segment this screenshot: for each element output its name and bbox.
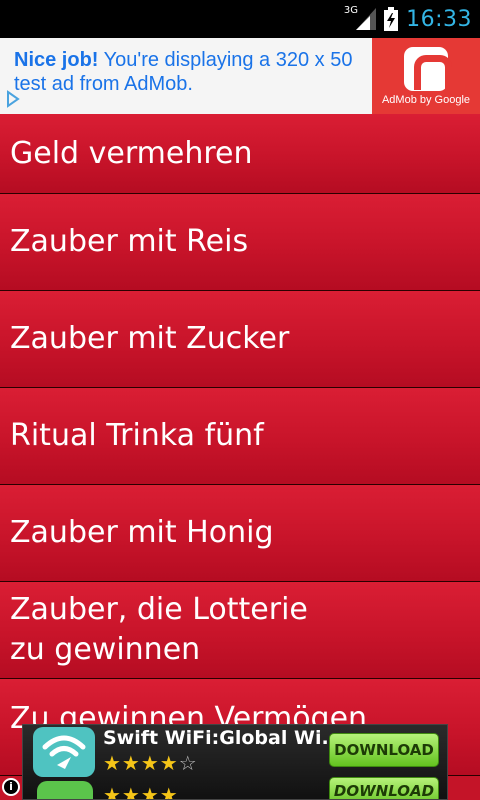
list-item-label: Ritual Trinka fünf <box>10 418 264 453</box>
admob-caption: AdMob by Google <box>381 94 471 106</box>
list-item[interactable]: Ritual Trinka fünf <box>0 388 480 485</box>
ad-headline: Nice job! <box>14 49 99 71</box>
rating-stars: ★★★★☆ <box>103 751 198 775</box>
bottom-ad-banner[interactable]: i Swift WiFi:Global Wi... ★★★★☆ ★★★★ DOW… <box>0 724 480 800</box>
list-item-label: Zauber mit Zucker <box>10 321 290 356</box>
rating-full: ★★★★ <box>103 751 179 775</box>
ad-app-title: Swift WiFi:Global Wi... <box>103 727 344 749</box>
list-item-label: Zauber mit Reis <box>10 224 249 259</box>
clock: 16:33 <box>406 6 472 32</box>
status-bar: 3G 16:33 <box>0 0 480 38</box>
rating-stars-secondary: ★★★★ <box>103 783 179 800</box>
wifi-app-icon <box>33 727 95 777</box>
battery-charging-icon <box>384 7 399 31</box>
info-icon[interactable]: i <box>2 778 20 796</box>
ad-text[interactable]: Nice job! You're displaying a 320 x 50 t… <box>14 48 366 96</box>
list-item[interactable]: Zauber mit Zucker <box>0 291 480 388</box>
adchoices-icon[interactable] <box>4 90 22 108</box>
app-icon-secondary <box>37 781 93 799</box>
list-item-label: Zauber, die Lotterie zu gewinnen <box>10 592 308 667</box>
list-item[interactable]: Zauber, die Lotterie zu gewinnen <box>0 582 480 679</box>
list-item[interactable]: Zauber mit Reis <box>0 194 480 291</box>
rating-empty: ☆ <box>178 751 198 775</box>
spell-list: Geld vermehren Zauber mit Reis Zauber mi… <box>0 114 480 800</box>
admob-brand-box[interactable]: AdMob by Google <box>372 38 480 114</box>
download-button-secondary[interactable]: DOWNLOAD <box>329 777 439 799</box>
list-item-label: Zauber mit Honig <box>10 515 274 550</box>
list-item[interactable]: Geld vermehren <box>0 114 480 194</box>
status-right-group: 16:33 <box>356 0 472 38</box>
app-install-ad[interactable]: Swift WiFi:Global Wi... ★★★★☆ ★★★★ DOWNL… <box>22 724 448 800</box>
top-ad-banner[interactable]: Nice job! You're displaying a 320 x 50 t… <box>0 38 480 114</box>
signal-icon <box>356 8 377 30</box>
list-item-label: Geld vermehren <box>10 135 253 171</box>
admob-logo-icon <box>404 47 452 91</box>
download-button[interactable]: DOWNLOAD <box>329 733 439 767</box>
list-item[interactable]: Zauber mit Honig <box>0 485 480 582</box>
